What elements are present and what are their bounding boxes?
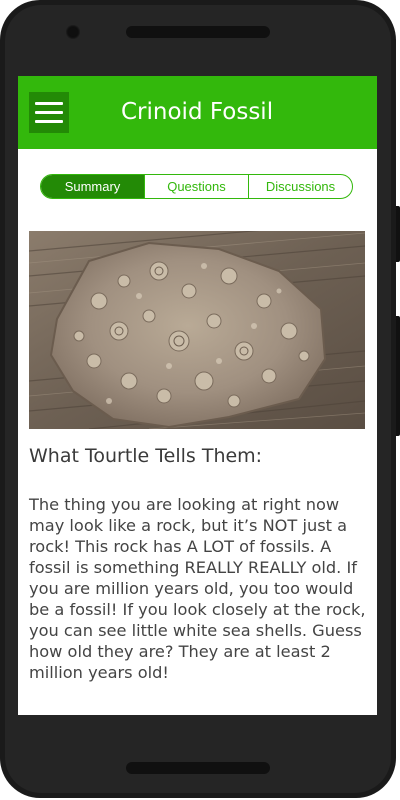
hamburger-menu-icon[interactable] [29, 92, 69, 133]
tab-discussions[interactable]: Discussions [248, 175, 352, 198]
app-bar: Crinoid Fossil [18, 76, 377, 149]
earpiece-speaker [126, 26, 270, 38]
description-text: The thing you are looking at right now m… [29, 495, 366, 682]
segmented-tabs: Summary Questions Discussions [40, 174, 353, 199]
page-title: Crinoid Fossil [121, 99, 274, 125]
bottom-speaker [126, 762, 270, 774]
volume-button[interactable] [396, 316, 400, 436]
tab-summary[interactable]: Summary [41, 175, 144, 198]
power-button[interactable] [396, 206, 400, 262]
fossil-photo [29, 231, 365, 429]
tab-questions[interactable]: Questions [144, 175, 248, 198]
section-heading: What Tourtle Tells Them: [29, 445, 263, 467]
front-camera-icon [66, 25, 80, 39]
app-screen: Crinoid Fossil Summary Questions Discuss… [18, 76, 377, 715]
